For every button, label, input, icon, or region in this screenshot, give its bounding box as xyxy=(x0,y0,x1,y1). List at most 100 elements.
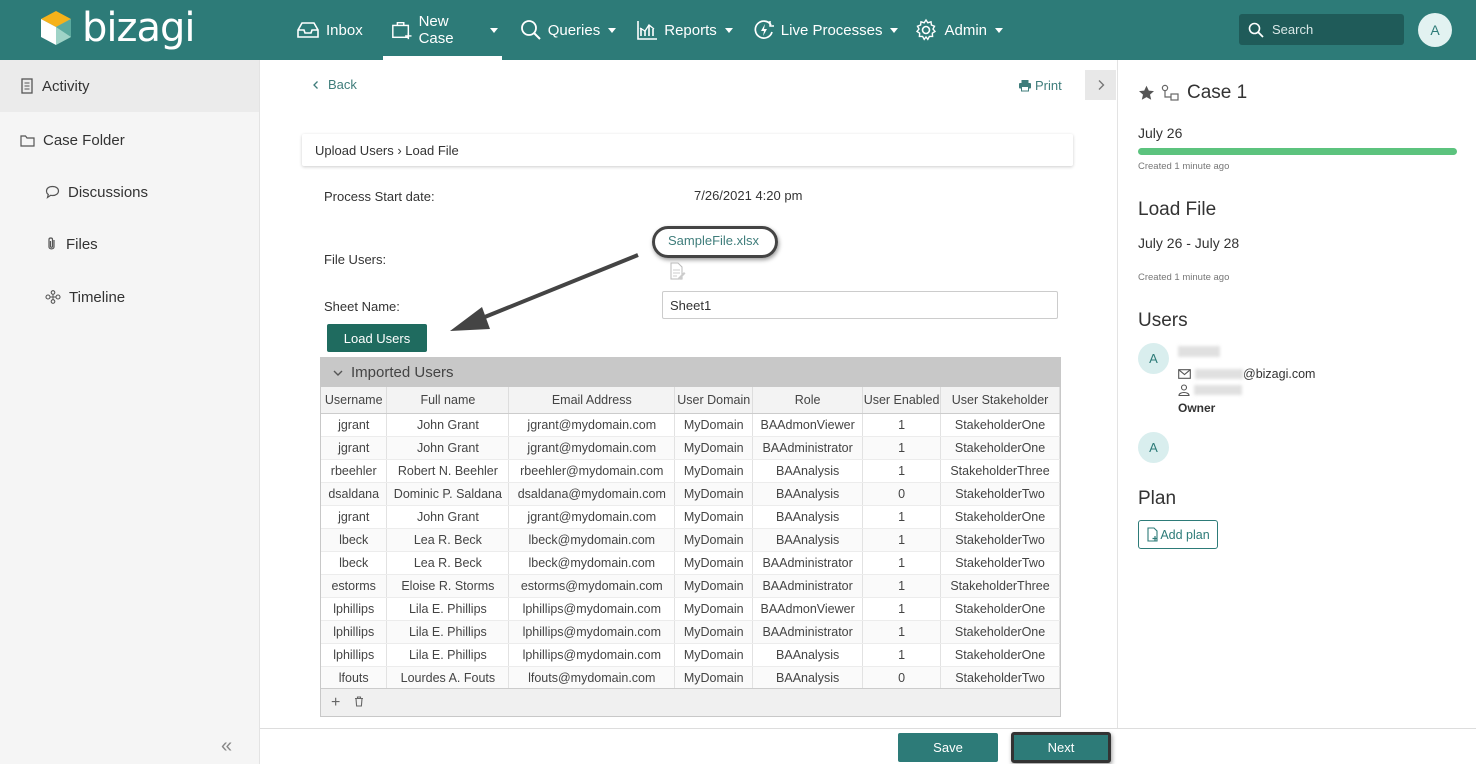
star-icon[interactable] xyxy=(1138,85,1155,101)
table-cell: MyDomain xyxy=(674,436,754,460)
table-cell: Lila E. Phillips xyxy=(386,597,510,621)
load-users-button[interactable]: Load Users xyxy=(327,324,427,352)
search-input[interactable]: Search xyxy=(1239,14,1404,45)
sidebar-item-activity[interactable]: Activity xyxy=(0,60,259,112)
table-cell: dsaldana@mydomain.com xyxy=(508,482,676,506)
action-bar: Save Next xyxy=(260,728,1476,764)
inbox-icon xyxy=(297,22,319,38)
column-header[interactable]: User Domain xyxy=(674,387,754,414)
save-button[interactable]: Save xyxy=(898,733,998,762)
search-placeholder: Search xyxy=(1272,22,1314,37)
user-avatar-1[interactable]: A xyxy=(1138,343,1169,374)
main-nav: Inbox New Case Queries Reports Live Proc… xyxy=(288,0,1011,60)
logo-text: bizagi xyxy=(82,5,196,51)
table-cell: estorms xyxy=(321,574,388,598)
table-row[interactable]: dsaldana Dominic P. Saldana dsaldana@mydom… xyxy=(321,482,1060,506)
column-header[interactable]: Email Address xyxy=(508,387,676,414)
edit-file-icon[interactable] xyxy=(668,262,686,280)
table-cell: StakeholderTwo xyxy=(940,666,1060,690)
column-header[interactable]: Username xyxy=(321,387,388,414)
sidebar-item-label: Files xyxy=(66,235,98,253)
grid-header-toggle[interactable]: Imported Users xyxy=(321,358,1060,387)
grid-footer: + xyxy=(321,688,1060,716)
bizagi-logo[interactable]: bizagi xyxy=(38,5,196,51)
table-cell: jgrant xyxy=(321,436,388,460)
table-cell: StakeholderOne xyxy=(940,643,1060,667)
print-link[interactable]: Print xyxy=(1018,78,1062,93)
user-avatar[interactable]: A xyxy=(1418,13,1452,47)
users-table: Username Full name Email Address User Do… xyxy=(321,387,1060,690)
column-header[interactable]: User Stakeholder xyxy=(940,387,1060,414)
table-cell: Lourdes A. Fouts xyxy=(386,666,510,690)
user-avatar-2[interactable]: A xyxy=(1138,432,1169,463)
table-row[interactable]: jgrant John Grant jgrant@mydomain.com MyDom… xyxy=(321,505,1060,529)
table-row[interactable]: lphillips Lila E. Phillips lphillips@mydom… xyxy=(321,643,1060,667)
nav-live-processes[interactable]: Live Processes xyxy=(745,0,907,60)
table-cell: lphillips xyxy=(321,597,388,621)
nav-admin[interactable]: Admin xyxy=(906,0,1011,60)
chevron-down-icon xyxy=(890,27,899,33)
search-icon xyxy=(520,20,541,40)
plan-title: Plan xyxy=(1138,488,1177,509)
table-cell: 1 xyxy=(862,528,942,552)
table-cell: 1 xyxy=(862,459,942,483)
next-button[interactable]: Next xyxy=(1011,732,1111,763)
table-cell: jgrant@mydomain.com xyxy=(508,436,676,460)
table-row[interactable]: lphillips Lila E. Phillips lphillips@mydom… xyxy=(321,620,1060,644)
table-cell: BAAnalysis xyxy=(752,459,864,483)
table-body: jgrant John Grant jgrant@mydomain.com MyDom… xyxy=(321,413,1060,690)
column-header[interactable]: Full name xyxy=(386,387,510,414)
add-plan-button[interactable]: Add plan xyxy=(1138,520,1218,549)
printer-icon xyxy=(1019,80,1031,92)
table-cell: estorms@mydomain.com xyxy=(508,574,676,598)
back-link[interactable]: Back xyxy=(310,77,357,92)
table-row[interactable]: lfouts Lourdes A. Fouts lfouts@mydomain.co… xyxy=(321,666,1060,690)
add-row-icon[interactable]: + xyxy=(331,694,340,712)
user-email-suffix: @bizagi.com xyxy=(1243,367,1316,381)
sidebar-item-files[interactable]: Files xyxy=(45,234,98,254)
comment-icon xyxy=(45,185,60,199)
nav-reports[interactable]: Reports xyxy=(628,0,741,60)
collapse-right-panel-button[interactable] xyxy=(1085,70,1116,100)
top-bar: bizagi Inbox New Case Queries Reports Li… xyxy=(0,0,1476,60)
table-cell: BAAnalysis xyxy=(752,505,864,529)
table-cell: BAAdministrator xyxy=(752,436,864,460)
table-row[interactable]: lphillips Lila E. Phillips lphillips@mydom… xyxy=(321,597,1060,621)
table-cell: lbeck xyxy=(321,551,388,575)
table-row[interactable]: jgrant John Grant jgrant@mydomain.com MyDom… xyxy=(321,436,1060,460)
back-label: Back xyxy=(328,77,357,92)
sidebar-item-case-folder[interactable]: Case Folder xyxy=(20,130,125,150)
users-title: Users xyxy=(1138,310,1188,331)
table-cell: 1 xyxy=(862,597,942,621)
table-cell: 1 xyxy=(862,620,942,644)
table-cell: MyDomain xyxy=(674,551,754,575)
nav-queries[interactable]: Queries xyxy=(512,0,625,60)
table-cell: BAAnalysis xyxy=(752,666,864,690)
nav-new-case[interactable]: New Case xyxy=(382,0,502,60)
table-cell: StakeholderThree xyxy=(940,574,1060,598)
process-start-value: 7/26/2021 4:20 pm xyxy=(694,188,803,203)
file-link[interactable]: SampleFile.xlsx xyxy=(652,226,778,258)
logo-mark-icon xyxy=(41,11,71,45)
table-row[interactable]: jgrant John Grant jgrant@mydomain.com MyDom… xyxy=(321,413,1060,437)
table-cell: 0 xyxy=(862,482,942,506)
table-cell: MyDomain xyxy=(674,482,754,506)
table-row[interactable]: lbeck Lea R. Beck lbeck@mydomain.com MyDoma… xyxy=(321,551,1060,575)
column-header[interactable]: User Enabled xyxy=(862,387,942,414)
nav-new-case-label: New Case xyxy=(418,13,454,47)
table-row[interactable]: estorms Eloise R. Storms estorms@mydomain.… xyxy=(321,574,1060,598)
table-cell: StakeholderTwo xyxy=(940,551,1060,575)
column-header[interactable]: Role xyxy=(752,387,864,414)
chevron-down-icon xyxy=(608,27,617,33)
delete-row-icon[interactable] xyxy=(354,694,364,712)
collapse-sidebar-icon[interactable]: « xyxy=(221,735,232,758)
sheet-name-input[interactable] xyxy=(662,291,1058,319)
add-file-icon xyxy=(1147,527,1158,542)
sidebar-item-timeline[interactable]: Timeline xyxy=(45,287,125,307)
nav-inbox[interactable]: Inbox xyxy=(288,0,371,60)
table-row[interactable]: lbeck Lea R. Beck lbeck@mydomain.com MyDoma… xyxy=(321,528,1060,552)
sidebar-item-discussions[interactable]: Discussions xyxy=(45,182,148,202)
user-email: @bizagi.com xyxy=(1178,367,1315,381)
table-row[interactable]: rbeehler Robert N. Beehler rbeehler@mydoma… xyxy=(321,459,1060,483)
imported-users-grid: Imported Users Username Full name Email … xyxy=(320,357,1061,717)
